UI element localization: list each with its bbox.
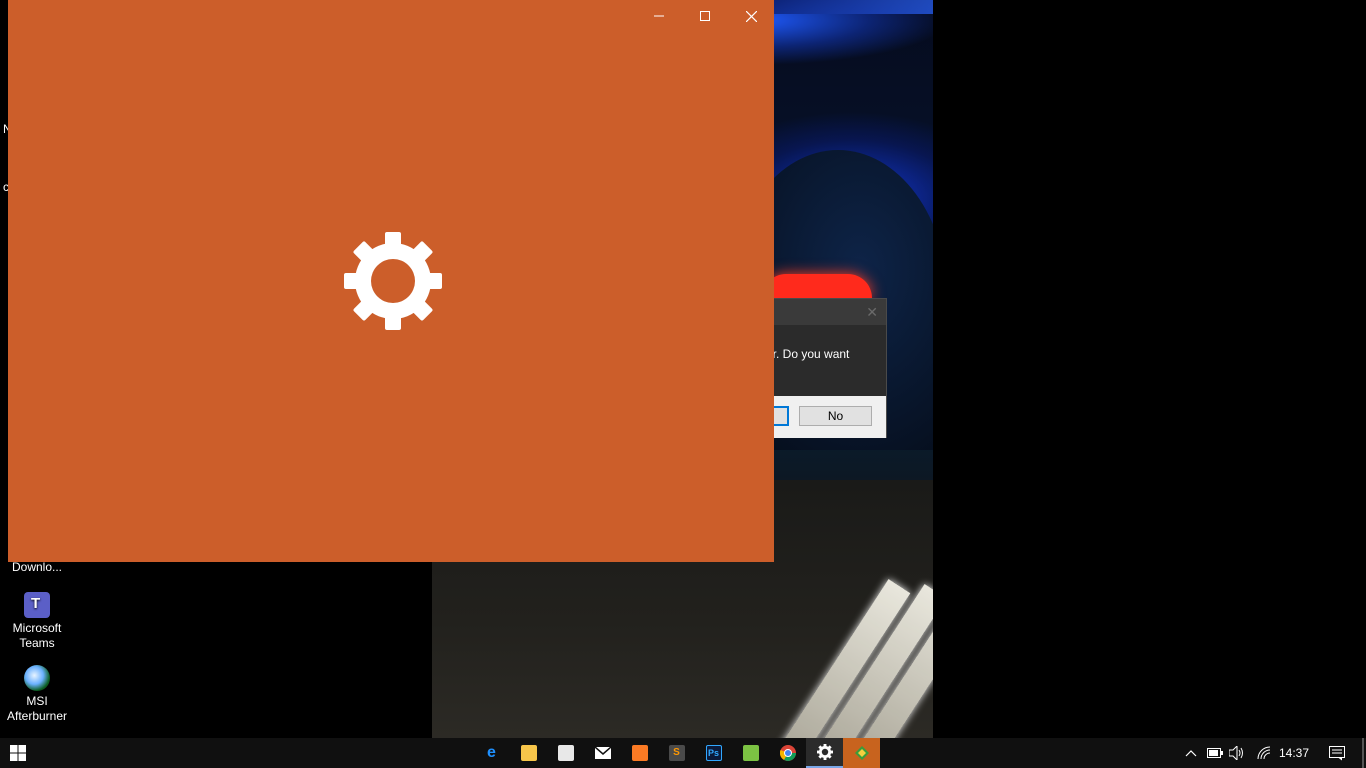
wallpaper-blue-light [772, 0, 933, 14]
desktop-icon-msi-afterburner[interactable]: MSI Afterburner [0, 665, 74, 724]
taskbar-app-sublime-text[interactable]: S [658, 738, 695, 768]
show-desktop-button[interactable] [1362, 738, 1364, 768]
taskbar-app-mail[interactable] [584, 738, 621, 768]
battery-button[interactable] [1204, 738, 1226, 768]
taskbar: e S Ps 14:37 [0, 738, 1366, 768]
desktop: N c Downlo... Microsoft Teams MSI Afterb… [0, 0, 1366, 738]
desktop-icon-label: Microsoft Teams [12, 621, 62, 650]
app-icon [854, 746, 869, 760]
battery-icon [1207, 748, 1223, 758]
edge-icon: e [487, 744, 496, 761]
windows-logo-icon [10, 745, 26, 761]
action-center-button[interactable] [1322, 738, 1352, 768]
notepad-icon [742, 745, 759, 761]
maximize-icon [700, 11, 710, 21]
xampp-icon [631, 745, 648, 761]
taskbar-app-store[interactable] [547, 738, 584, 768]
show-hidden-icons-button[interactable] [1180, 738, 1202, 768]
taskbar-app-edge[interactable]: e [473, 738, 510, 768]
close-icon [745, 10, 757, 22]
desktop-icon-label: Downlo... [11, 560, 63, 574]
close-icon[interactable]: ✕ [866, 304, 878, 321]
chevron-up-icon [1185, 750, 1197, 757]
notification-icon [1329, 745, 1345, 760]
sublime-icon: S [668, 745, 685, 761]
store-icon [557, 745, 574, 761]
gear-icon [816, 744, 833, 760]
gear-icon [344, 232, 442, 330]
photoshop-icon: Ps [705, 745, 722, 761]
volume-button[interactable] [1226, 738, 1248, 768]
wallpaper-red-light [762, 274, 872, 298]
folder-icon [520, 745, 537, 761]
teams-icon [24, 592, 50, 618]
dialog-no-button[interactable]: No [799, 406, 872, 426]
taskbar-app-photoshop[interactable]: Ps [695, 738, 732, 768]
desktop-icon-label: MSI Afterburner [6, 694, 68, 723]
mail-icon [594, 747, 611, 759]
taskbar-app-notepad-plus[interactable] [732, 738, 769, 768]
volume-icon [1229, 746, 1243, 760]
taskbar-app-file-explorer[interactable] [510, 738, 547, 768]
window-controls [636, 0, 774, 32]
maximize-button[interactable] [682, 0, 728, 32]
desktop-icon-downloads[interactable]: Downlo... [0, 560, 74, 575]
dialog-message: er. Do you want [766, 347, 850, 361]
taskbar-app-settings[interactable] [806, 738, 843, 768]
taskbar-app-highlighted[interactable] [843, 738, 880, 768]
desktop-icon-teams[interactable]: Microsoft Teams [0, 592, 74, 651]
close-button[interactable] [728, 0, 774, 32]
minimize-icon [654, 15, 664, 17]
taskbar-app-xampp[interactable] [621, 738, 658, 768]
start-button[interactable] [0, 738, 36, 768]
wifi-icon [1257, 746, 1271, 760]
chrome-icon [779, 745, 796, 761]
taskbar-app-chrome[interactable] [769, 738, 806, 768]
msi-afterburner-icon [24, 665, 50, 691]
clock[interactable]: 14:37 [1272, 738, 1316, 768]
settings-window [8, 0, 774, 562]
minimize-button[interactable] [636, 0, 682, 32]
